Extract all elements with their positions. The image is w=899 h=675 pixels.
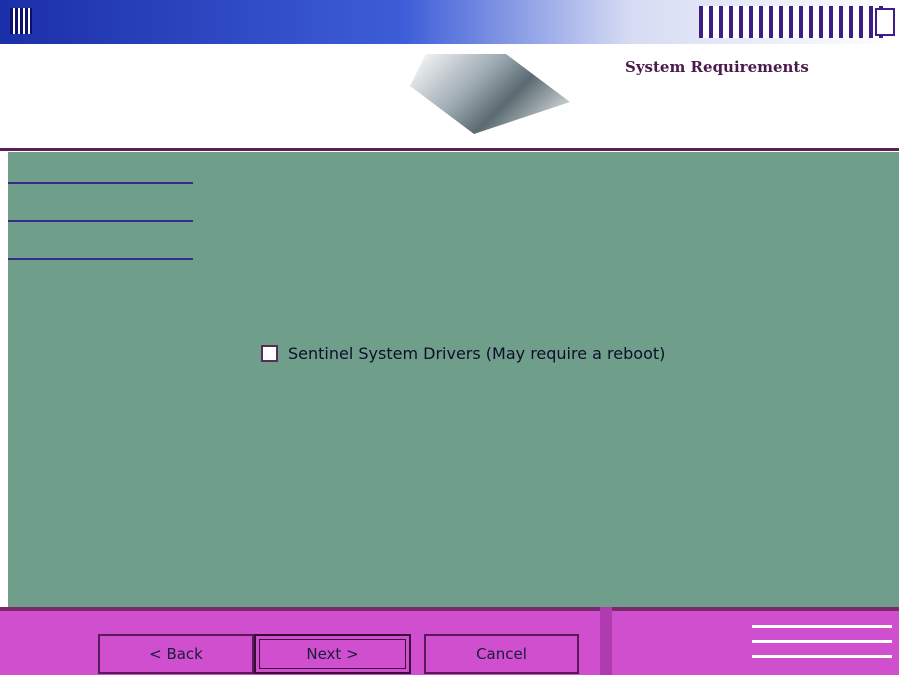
cancel-button[interactable]: Cancel — [424, 634, 579, 674]
sentinel-drivers-checkbox[interactable] — [261, 345, 278, 362]
feature-list — [8, 164, 193, 278]
feature-list-item[interactable] — [8, 202, 193, 222]
app-icon — [10, 8, 32, 34]
back-button[interactable]: < Back — [98, 634, 254, 674]
content-panel: Sentinel System Drivers (May require a r… — [8, 152, 899, 607]
product-logo — [410, 54, 570, 134]
page-title: System Requirements — [625, 58, 809, 76]
footer-separator — [600, 607, 612, 675]
footer-divider — [0, 607, 899, 611]
wizard-footer: < Back Next > Cancel — [0, 607, 899, 675]
sentinel-drivers-label[interactable]: Sentinel System Drivers (May require a r… — [288, 344, 665, 363]
sentinel-drivers-option[interactable]: Sentinel System Drivers (May require a r… — [261, 344, 665, 363]
window-controls[interactable] — [699, 6, 889, 38]
feature-list-item[interactable] — [8, 240, 193, 260]
close-window-button[interactable] — [875, 8, 895, 36]
feature-list-item[interactable] — [8, 164, 193, 184]
title-bar — [0, 0, 899, 44]
footer-decoration — [752, 625, 892, 670]
wizard-header: System Requirements — [0, 44, 899, 152]
next-button[interactable]: Next > — [254, 634, 411, 674]
header-divider — [0, 148, 899, 151]
